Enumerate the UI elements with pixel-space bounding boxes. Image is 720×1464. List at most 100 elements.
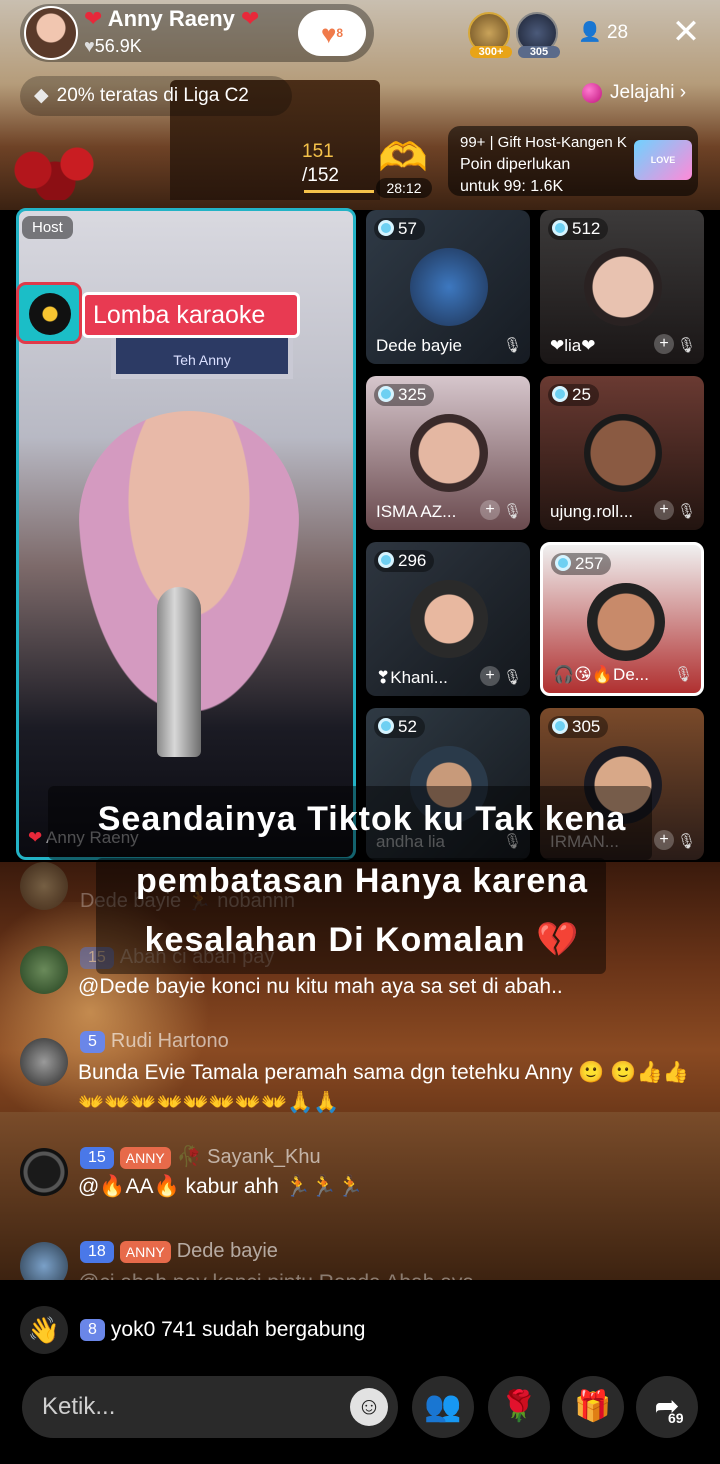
guest-name: Dede bayie <box>376 336 463 355</box>
gift-goal-title: 99+ | Gift Host-Kangen K <box>460 134 627 151</box>
top-viewer-avatar[interactable]: 305 <box>516 12 560 58</box>
guest-avatar <box>410 414 488 492</box>
top-viewer-avatar[interactable]: 300+ <box>468 12 512 58</box>
gem-icon <box>378 552 394 568</box>
gift-goal-banner[interactable]: 99+ | Gift Host-Kangen K Poin diperlukan… <box>448 126 698 196</box>
guest-score: 52 <box>374 716 425 738</box>
guest-score: 25 <box>548 384 599 406</box>
lyric-line: kesalahan Di Komalan 💔 <box>144 921 580 959</box>
chat-avatar[interactable] <box>20 1242 68 1280</box>
heart-icon: ♥ <box>84 36 95 56</box>
gem-icon <box>552 386 568 402</box>
guest-score: 296 <box>374 550 435 572</box>
chat-header[interactable]: 15 ANNY 🥀 Sayank_Khu <box>80 1144 321 1169</box>
karaoke-activity-label[interactable]: Lomba karaoke <box>82 292 300 338</box>
progress-current: 151 <box>302 141 334 162</box>
chat-header[interactable]: 18 ANNY Dede bayie <box>80 1240 278 1263</box>
host-likes: ♥56.9K <box>84 36 142 56</box>
guest-score: 325 <box>374 384 435 406</box>
viewer-count[interactable]: 👤 28 <box>578 20 628 44</box>
chat-avatar[interactable] <box>20 1038 68 1086</box>
gift-image: LOVE <box>634 140 692 180</box>
add-icon[interactable]: + <box>654 334 674 354</box>
gem-icon <box>555 555 571 571</box>
person-icon: 👤 <box>578 22 602 43</box>
chat-header[interactable]: 5 Rudi Hartono <box>80 1030 229 1053</box>
diamond-icon: ◆ <box>34 85 49 106</box>
host-badge: Host <box>22 216 73 239</box>
mic-muted-icon: 🎙 <box>502 669 522 686</box>
heart-icon: ❤ <box>241 6 260 31</box>
gem-icon <box>378 386 394 402</box>
guest-avatar <box>584 248 662 326</box>
chat-text: @Dede bayie konci nu kitu mah aya sa set… <box>78 975 563 998</box>
chat-message: 15 ANNY 🥀 Sayank_Khu @🔥AA🔥 kabur ahh 🏃🏃🏃 <box>0 1144 720 1204</box>
host-avatar[interactable] <box>24 6 78 60</box>
viewer-badge: 305 <box>518 46 560 58</box>
heart-hands-icon[interactable]: 🫶 <box>378 134 428 181</box>
guest-tile[interactable]: 325 ISMA AZ... + 🎙 <box>366 376 530 530</box>
share-button[interactable]: ➦ <box>636 1376 698 1438</box>
chat-avatar[interactable] <box>20 1148 68 1196</box>
guest-tile[interactable]: 257 🎧😘🔥De... 🎙 <box>540 542 704 696</box>
chat-message: 5 Rudi Hartono Bunda Evie Tamala peramah … <box>0 1030 720 1120</box>
guest-tile[interactable]: 57 Dede bayie 🎙 <box>366 210 530 364</box>
heart-icon: ♥ <box>320 18 337 49</box>
chat-message: 18ANNYDede bayie @ci abah pay konci pint… <box>0 1240 720 1280</box>
emoji-icon[interactable]: ☺ <box>350 1388 388 1426</box>
host-name[interactable]: ❤ Anny Raeny ❤ <box>84 6 259 32</box>
gift-icon: 🎁 <box>574 1390 612 1423</box>
guest-tile[interactable]: 296 ❣Khani... + 🎙 <box>366 542 530 696</box>
lyric-line: Seandainya Tiktok ku Tak kena <box>97 800 627 838</box>
add-icon[interactable]: + <box>480 500 500 520</box>
level-badge: 15 <box>80 1146 114 1169</box>
add-icon[interactable]: + <box>654 500 674 520</box>
guest-tile[interactable]: 25 ujung.roll... + 🎙 <box>540 376 704 530</box>
guest-score: 257 <box>551 553 612 575</box>
rose-gift-button[interactable]: 🌹 <box>488 1376 550 1438</box>
follow-button[interactable]: ♥8 <box>298 10 366 56</box>
mic-muted-icon: 🎙 <box>673 666 693 683</box>
close-button[interactable]: ✕ <box>668 12 704 52</box>
progress-total: /152 <box>302 165 339 186</box>
explore-button[interactable]: Jelajahi › <box>582 82 686 104</box>
join-notice: 8 yok0 741 sudah bergabung <box>80 1318 365 1342</box>
multi-guest-button[interactable]: 👥 <box>412 1376 474 1438</box>
people-icon: 👥 <box>424 1390 462 1423</box>
guest-name: ISMA AZ... <box>376 502 457 521</box>
level-badge: 8 <box>80 1319 105 1342</box>
gem-icon <box>552 718 568 734</box>
gem-icon <box>552 220 568 236</box>
guest-name: 🎧😘🔥De... <box>553 665 649 684</box>
gift-button[interactable]: 🎁 <box>562 1376 624 1438</box>
share-count: 69 <box>668 1410 684 1426</box>
guest-tile[interactable]: 512 ❤lia❤ + 🎙 <box>540 210 704 364</box>
mic-muted-icon: 🎙 <box>676 503 696 520</box>
heart-icon: ❤ <box>84 6 103 31</box>
chat-text: @🔥AA🔥 kabur ahh 🏃🏃🏃 <box>78 1175 364 1198</box>
viewer-badge: 300+ <box>470 46 512 58</box>
rose-icon: 🌹 <box>500 1390 538 1423</box>
guest-avatar <box>584 414 662 492</box>
guest-name: ujung.roll... <box>550 502 634 521</box>
add-icon[interactable]: + <box>480 666 500 686</box>
flower-decoration <box>0 140 110 200</box>
guest-score: 305 <box>548 716 609 738</box>
chat-text: Bunda Evie Tamala peramah sama dgn teteh… <box>78 1061 689 1114</box>
karaoke-disc-icon[interactable] <box>16 282 82 344</box>
goal-progress: 151 /152 <box>302 140 339 188</box>
mic-muted-icon: 🎙 <box>502 337 522 354</box>
mic-muted-icon: 🎙 <box>676 337 696 354</box>
comment-input[interactable]: Ketik... <box>22 1376 398 1438</box>
fan-badge: ANNY <box>119 1146 171 1169</box>
guest-avatar <box>410 580 488 658</box>
explore-icon <box>582 82 602 103</box>
progress-bar <box>304 190 374 193</box>
league-rank-pill[interactable]: ◆ 20% teratas di Liga C2 <box>20 76 292 116</box>
guest-avatar <box>587 583 665 661</box>
guest-avatar <box>410 248 488 326</box>
gem-icon <box>378 718 394 734</box>
microphone <box>157 587 201 757</box>
guest-score: 57 <box>374 218 425 240</box>
wave-hand-icon[interactable]: 👋 <box>20 1306 68 1354</box>
